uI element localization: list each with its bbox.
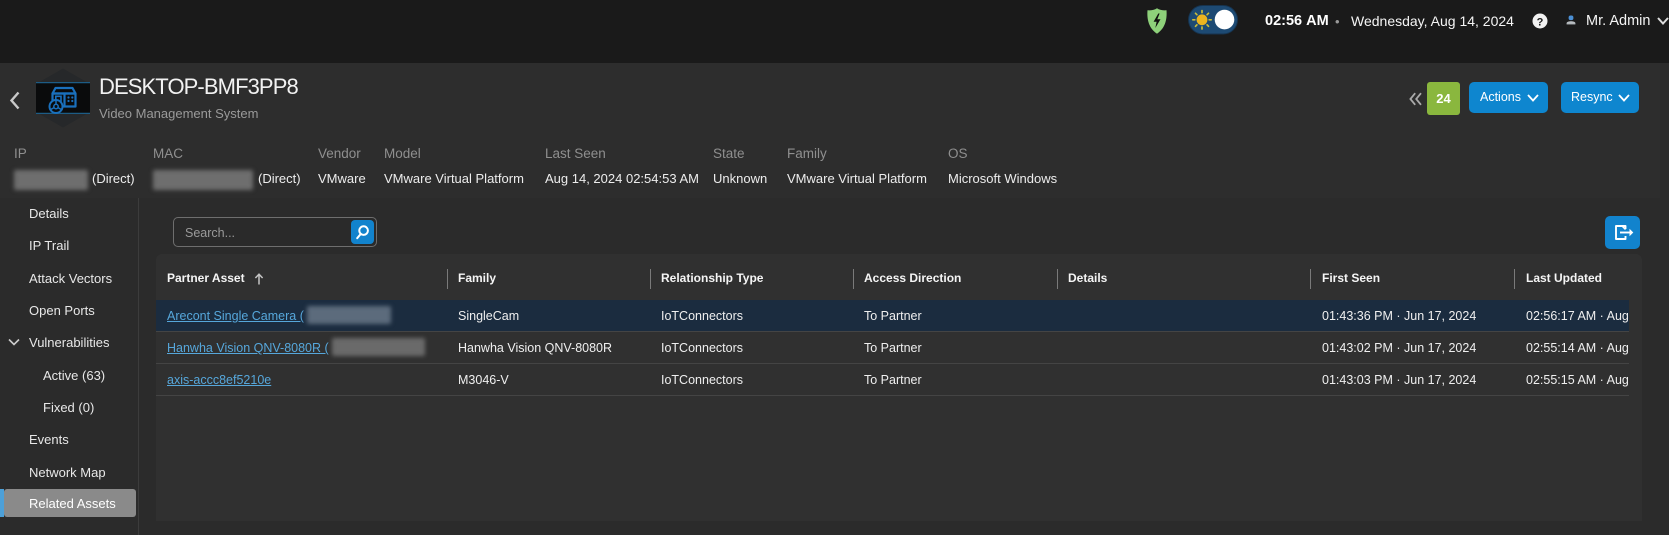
- svg-text:?: ?: [1537, 17, 1544, 29]
